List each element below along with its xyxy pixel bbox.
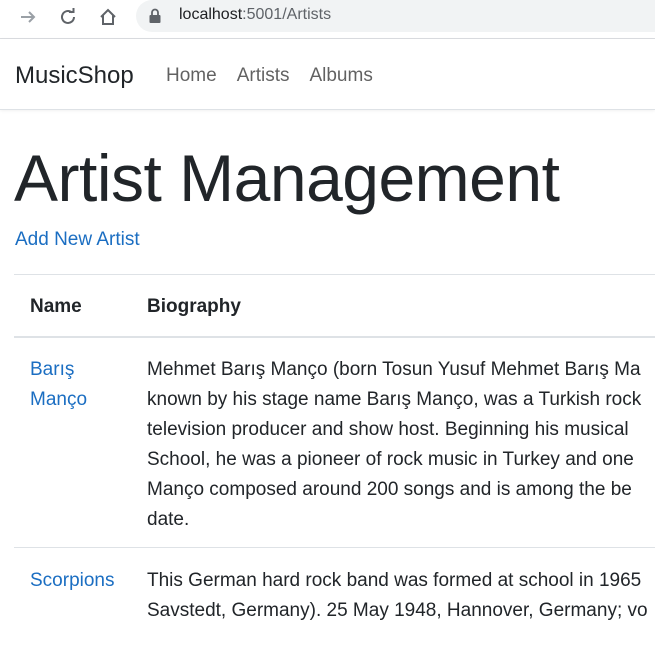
page-title: Artist Management (14, 141, 560, 215)
artist-name-link[interactable]: Barış Manço (30, 355, 130, 415)
url-text: localhost:5001/Artists (179, 6, 331, 24)
reload-button[interactable] (55, 4, 81, 30)
nav-artists[interactable]: Artists (237, 65, 290, 87)
nav-home[interactable]: Home (166, 65, 217, 87)
biography-line: Mehmet Barış Manço (born Tosun Yusuf Meh… (147, 359, 641, 380)
artist-name-line: Manço (30, 389, 88, 410)
url-path: :5001/Artists (242, 6, 332, 23)
home-icon (100, 8, 116, 25)
brand-link[interactable]: MusicShop (15, 62, 134, 90)
forward-button[interactable] (15, 4, 41, 30)
url-host: localhost (179, 6, 243, 23)
nav-links: Home Artists Albums (166, 65, 373, 87)
nav-albums[interactable]: Albums (309, 65, 372, 87)
biography-line: This German hard rock band was formed at… (147, 570, 642, 591)
artist-name-line: Barış (30, 359, 75, 380)
address-bar[interactable]: localhost:5001/Artists (136, 0, 655, 32)
arrow-right-icon (21, 11, 36, 23)
add-artist-link[interactable]: Add New Artist (15, 229, 140, 251)
artist-biography: Mehmet Barış Manço (born Tosun Yusuf Meh… (147, 355, 655, 535)
lock-icon (149, 8, 161, 23)
home-button[interactable] (95, 4, 121, 30)
column-header-name: Name (30, 296, 82, 317)
biography-line: Savstedt, Germany). 25 May 1948, Hannove… (147, 600, 648, 621)
biography-line: date. (147, 509, 190, 530)
table-header-row: Name Biography (14, 274, 655, 338)
artist-name-link[interactable]: Scorpions (30, 566, 130, 596)
artist-name-line: Scorpions (30, 570, 115, 591)
table-row: Scorpions This German hard rock band was… (14, 548, 655, 648)
column-header-biography: Biography (147, 296, 241, 317)
biography-line: Manço composed around 200 songs and is a… (147, 479, 632, 500)
table-row: Barış Manço Mehmet Barış Manço (born Tos… (14, 337, 655, 548)
biography-line: television producer and show host. Begin… (147, 419, 629, 440)
reload-icon (61, 8, 75, 24)
biography-line: School, he was a pioneer of rock music i… (147, 449, 634, 470)
browser-toolbar: localhost:5001/Artists (0, 0, 655, 39)
app-navbar: MusicShop Home Artists Albums (0, 39, 655, 110)
biography-line: known by his stage name Barış Manço, was… (147, 389, 642, 410)
artist-biography: This German hard rock band was formed at… (147, 566, 655, 626)
